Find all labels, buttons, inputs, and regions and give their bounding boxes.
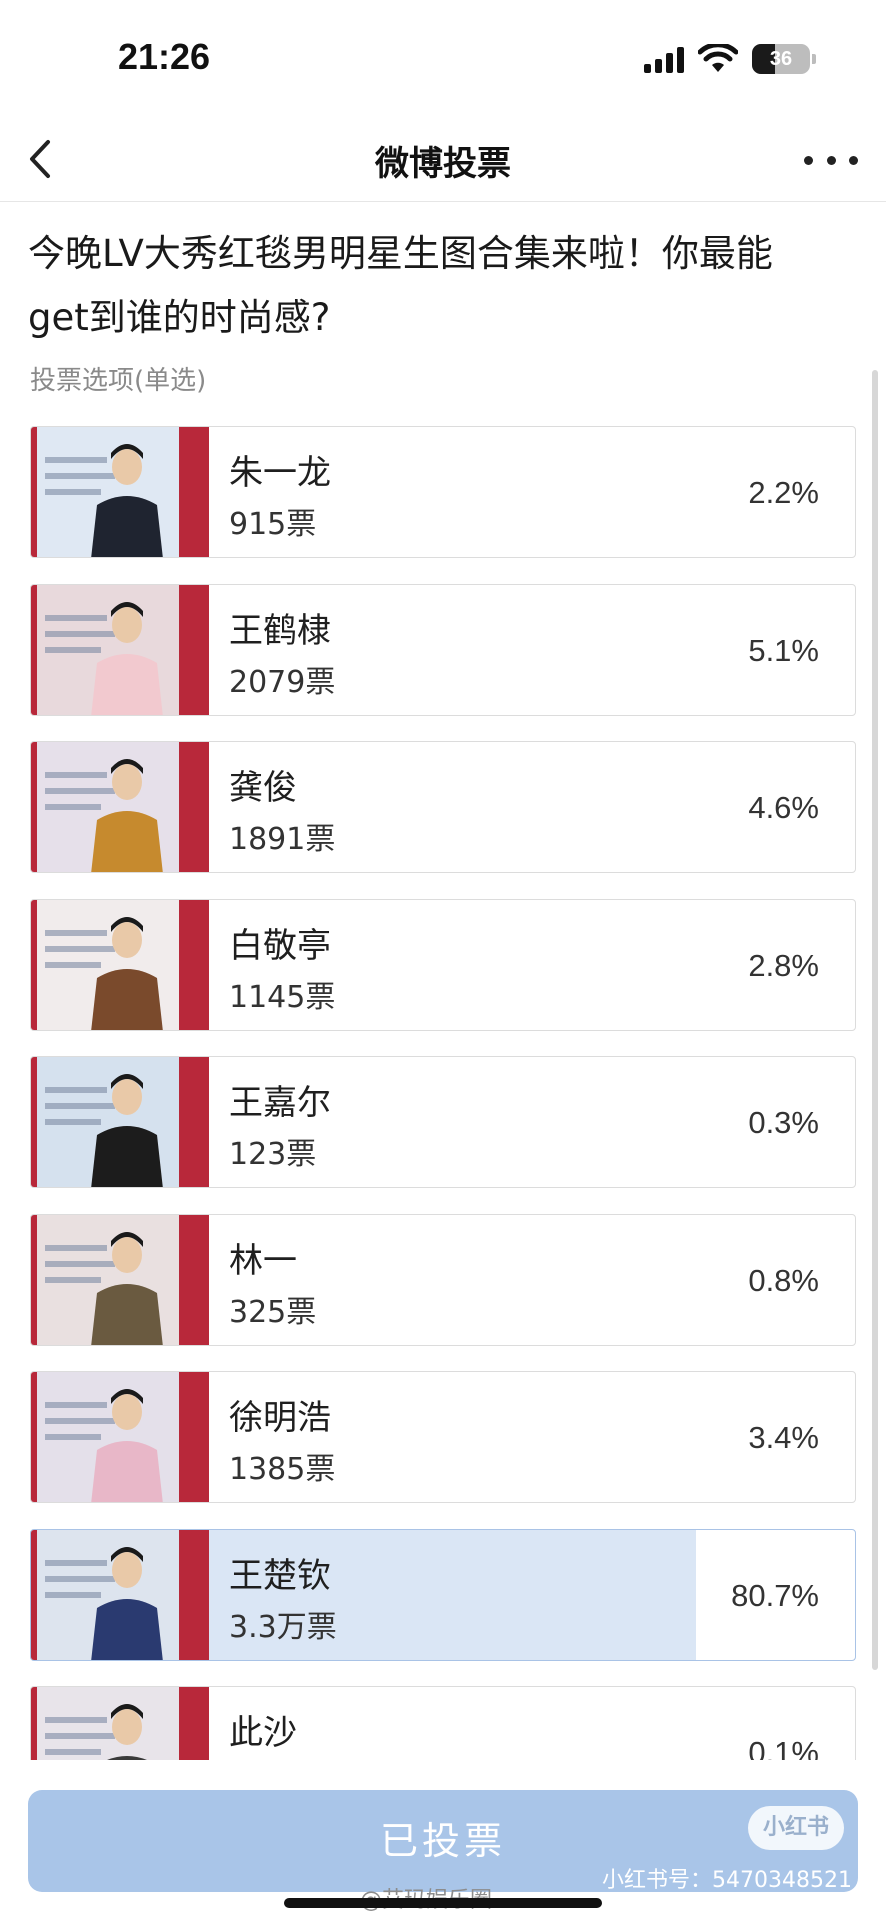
option-votes: 325票	[229, 1294, 317, 1330]
poll-option[interactable]: 林一 325票 0.8%	[30, 1213, 856, 1346]
option-votes: 3.3万票	[229, 1609, 337, 1645]
option-name: 林一	[229, 1240, 297, 1281]
poll-question-line-2: get到谁的时尚感?	[28, 296, 331, 339]
option-votes: 1891票	[229, 822, 336, 857]
option-percent: 80.7%	[731, 1577, 819, 1613]
option-photo	[31, 1214, 209, 1345]
watermark-id: 小红书号：5470348521	[602, 1868, 852, 1893]
battery-icon: 36	[752, 44, 816, 74]
option-photo	[31, 1057, 209, 1187]
poll-question-line-1: 今晚LV大秀红毯男明星生图合集来啦！你最能	[28, 232, 773, 275]
option-type-label: 投票选项(单选)	[30, 366, 207, 396]
battery-level: 36	[769, 47, 793, 70]
option-photo	[31, 427, 209, 557]
poll-options-list: 朱一龙 915票 2.2% 王鹤棣 2079票 5.1% 龚俊 1891票 4.6% 白敬亭 114…	[0, 418, 886, 1760]
nav-bar: 微博投票	[0, 120, 886, 202]
option-photo	[31, 899, 209, 1030]
page-title: 微博投票	[375, 144, 511, 184]
option-name: 王鹤棣	[229, 610, 331, 651]
option-percent: 4.6%	[748, 790, 819, 825]
signal-icon	[644, 45, 684, 73]
option-votes: 1385票	[229, 1452, 336, 1487]
option-percent: 2.8%	[748, 947, 819, 983]
option-name: 此沙	[229, 1713, 297, 1753]
option-photo	[31, 1529, 209, 1660]
poll-question: 今晚LV大秀红毯男明星生图合集来啦！你最能 get到谁的时尚感?	[28, 222, 858, 350]
option-percent: 2.2%	[748, 475, 819, 510]
option-percent: 5.1%	[748, 632, 819, 668]
option-photo	[31, 742, 209, 872]
home-indicator	[284, 1898, 602, 1908]
option-percent: 0.1%	[748, 1735, 819, 1760]
more-horizontal-icon[interactable]	[804, 140, 858, 180]
option-name: 徐明浩	[229, 1398, 331, 1438]
option-name: 白敬亭	[229, 925, 331, 966]
option-name: 龚俊	[229, 768, 297, 808]
poll-option[interactable]: 白敬亭 1145票 2.8%	[30, 898, 856, 1031]
poll-option[interactable]: 龚俊 1891票 4.6%	[30, 741, 856, 873]
wifi-icon	[698, 44, 738, 72]
status-icons: 36	[644, 44, 816, 74]
option-votes: 2079票	[229, 664, 336, 700]
option-photo	[31, 1687, 209, 1760]
poll-option[interactable]: 王鹤棣 2079票 5.1%	[30, 583, 856, 716]
poll-option[interactable]: 此沙 0.1%	[30, 1686, 856, 1760]
option-name: 王嘉尔	[229, 1083, 331, 1123]
option-photo	[31, 1372, 209, 1502]
option-name: 王楚钦	[229, 1555, 331, 1596]
poll-option[interactable]: 王嘉尔 123票 0.3%	[30, 1056, 856, 1188]
poll-option[interactable]: 朱一龙 915票 2.2%	[30, 426, 856, 558]
option-percent: 0.3%	[748, 1105, 819, 1140]
watermark-badge: 小红书	[748, 1806, 844, 1850]
status-bar: 21:26 36	[0, 0, 886, 120]
poll-option[interactable]: 王楚钦 3.3万票 80.7%	[30, 1528, 856, 1661]
option-percent: 0.8%	[748, 1262, 819, 1298]
option-name: 朱一龙	[229, 453, 331, 493]
option-photo	[31, 584, 209, 715]
option-votes: 915票	[229, 507, 317, 542]
option-votes: 123票	[229, 1137, 317, 1172]
status-time: 21:26	[118, 36, 211, 77]
option-percent: 3.4%	[748, 1420, 819, 1455]
poll-option[interactable]: 徐明浩 1385票 3.4%	[30, 1371, 856, 1503]
option-votes: 1145票	[229, 979, 336, 1015]
